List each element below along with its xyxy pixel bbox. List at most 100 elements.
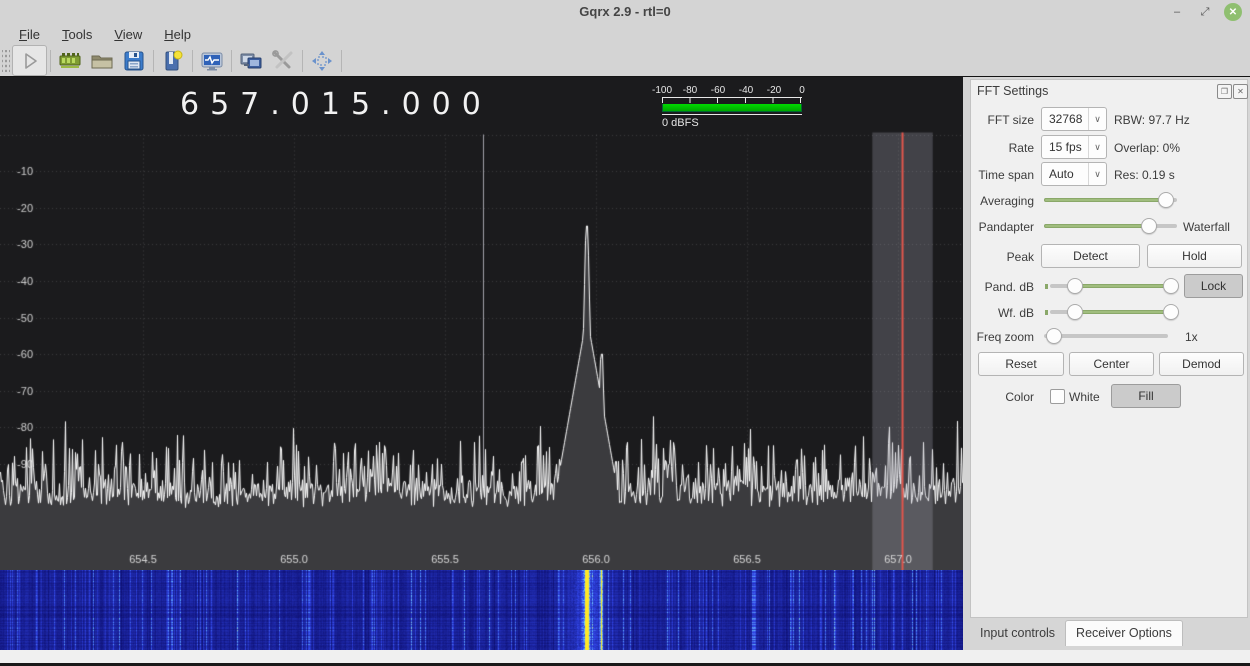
meter-value-label: 0 dBFS [662, 117, 699, 129]
play-icon [20, 51, 40, 71]
pand-db-lock-button[interactable]: Lock [1184, 274, 1243, 298]
toolbar-separator [192, 49, 193, 72]
averaging-label: Averaging [980, 194, 1034, 208]
freq-zoom-value: 1x [1185, 330, 1198, 344]
dock-title: FFT Settings [977, 84, 1049, 98]
menu-view[interactable]: View [105, 25, 151, 44]
time-span-label: Time span [978, 168, 1034, 182]
folder-icon [90, 49, 114, 73]
peak-label: Peak [1006, 250, 1034, 264]
toolbar-separator [153, 49, 154, 72]
freq-zoom-label: Freq zoom [976, 330, 1034, 344]
overlap-value: Overlap: 0% [1114, 141, 1181, 155]
wf-db-label: Wf. dB [997, 306, 1034, 320]
dock-float-icon[interactable]: ❐ [1217, 84, 1232, 99]
fft-size-label: FFT size [987, 113, 1034, 127]
signal-strength-meter: -100 -80 -60 -40 -20 0 0 dBFS [652, 85, 805, 129]
wf-db-range-slider[interactable] [1045, 304, 1179, 320]
pand-db-label: Pand. dB [984, 280, 1034, 294]
toolbar-separator [302, 49, 303, 72]
color-label: Color [1005, 390, 1034, 404]
close-button[interactable]: ✕ [1224, 3, 1242, 21]
pandapter-waterfall-slider[interactable] [1044, 218, 1177, 234]
res-value: Res: 0.19 s [1114, 168, 1175, 182]
bookmark-icon [161, 49, 185, 73]
rate-select[interactable]: 15 fps ∨ [1041, 135, 1107, 159]
floppy-disk-icon [122, 49, 146, 73]
meter-baseline [662, 114, 802, 115]
menu-tools[interactable]: Tools [53, 25, 101, 44]
pandapter-area: 657.015.000 -100 -80 -60 -40 -20 0 0 dBFS [0, 77, 963, 650]
reset-button[interactable]: Reset [978, 352, 1064, 376]
toolbar-separator [50, 49, 51, 72]
rate-value: 15 fps [1049, 140, 1082, 154]
fft-size-value: 32768 [1049, 112, 1083, 126]
spectrum-canvas[interactable] [0, 77, 963, 570]
pandapter-label: Pandapter [978, 220, 1034, 234]
window-controls: – ⤢ ✕ [1168, 2, 1242, 22]
fft-size-select[interactable]: 32768 ∨ [1041, 107, 1107, 131]
demod-button[interactable]: Demod [1159, 352, 1244, 376]
meter-tick-label: -100 [651, 85, 673, 96]
toolbar-separator [231, 49, 232, 72]
meter-tick-label: -20 [766, 85, 782, 96]
averaging-slider[interactable] [1044, 192, 1177, 208]
chevron-down-icon: ∨ [1088, 163, 1106, 185]
networked-computers-icon [239, 49, 263, 73]
dock-close-icon[interactable]: ✕ [1233, 84, 1248, 99]
configure-io-button[interactable] [54, 47, 86, 75]
dsp-display-button[interactable] [196, 47, 228, 75]
rbw-value: RBW: 97.7 Hz [1114, 113, 1190, 127]
chevron-down-icon: ∨ [1088, 108, 1106, 130]
frequency-display[interactable]: 657.015.000 [180, 87, 481, 122]
freq-zoom-slider[interactable] [1044, 328, 1168, 344]
start-dsp-button[interactable] [12, 45, 47, 76]
fft-settings-dock: FFT Settings ❐ ✕ FFT size 32768 ∨ RBW: 9… [970, 79, 1248, 618]
menu-help[interactable]: Help [155, 25, 200, 44]
meter-ruler [662, 97, 802, 103]
monitor-waveform-icon [200, 49, 224, 73]
time-span-select[interactable]: Auto ∨ [1041, 162, 1107, 186]
move-arrows-icon [310, 49, 334, 73]
meter-tick-label: -60 [710, 85, 726, 96]
remote-control-button[interactable] [235, 47, 267, 75]
minimize-button[interactable]: – [1168, 3, 1186, 21]
tab-input-controls[interactable]: Input controls [970, 621, 1065, 646]
peak-hold-button[interactable]: Hold [1147, 244, 1242, 268]
dock-splitter[interactable] [963, 77, 970, 650]
tools-button[interactable] [267, 47, 299, 75]
save-settings-button[interactable] [118, 47, 150, 75]
memory-chip-icon [58, 49, 82, 73]
peak-detect-button[interactable]: Detect [1041, 244, 1140, 268]
menubar: File Tools View Help [0, 24, 1250, 45]
meter-tick-label: 0 [799, 85, 805, 96]
tab-receiver-options[interactable]: Receiver Options [1065, 620, 1183, 646]
load-settings-button[interactable] [86, 47, 118, 75]
meter-tick-label: -80 [682, 85, 698, 96]
menu-file[interactable]: File [10, 25, 49, 44]
rate-label: Rate [1008, 141, 1034, 155]
crossed-tools-icon [271, 49, 295, 73]
waterfall-label: Waterfall [1183, 220, 1230, 234]
waterfall-canvas[interactable] [0, 570, 963, 650]
pand-db-range-slider[interactable] [1045, 278, 1179, 294]
toolbar-drag-handle[interactable] [2, 49, 10, 72]
fill-toggle-button[interactable]: Fill [1111, 384, 1181, 408]
white-checkbox[interactable] [1050, 389, 1065, 404]
meter-tick-label: -40 [738, 85, 754, 96]
time-span-value: Auto [1049, 167, 1074, 181]
bottom-strip [0, 650, 1250, 663]
maximize-button[interactable]: ⤢ [1196, 3, 1214, 21]
toolbar [0, 45, 1250, 77]
center-button[interactable]: Center [1069, 352, 1154, 376]
bookmarks-button[interactable] [157, 47, 189, 75]
window-title: Gqrx 2.9 - rtl=0 [579, 4, 671, 19]
pan-move-button[interactable] [306, 47, 338, 75]
meter-scale: -100 -80 -60 -40 -20 0 [652, 85, 805, 96]
titlebar[interactable]: Gqrx 2.9 - rtl=0 – ⤢ ✕ [0, 0, 1250, 24]
toolbar-separator [341, 49, 342, 72]
white-checkbox-label[interactable]: White [1069, 390, 1100, 404]
gqrx-window: Gqrx 2.9 - rtl=0 – ⤢ ✕ File Tools View H… [0, 0, 1250, 666]
chevron-down-icon: ∨ [1088, 136, 1106, 158]
meter-level-bar [662, 104, 802, 112]
